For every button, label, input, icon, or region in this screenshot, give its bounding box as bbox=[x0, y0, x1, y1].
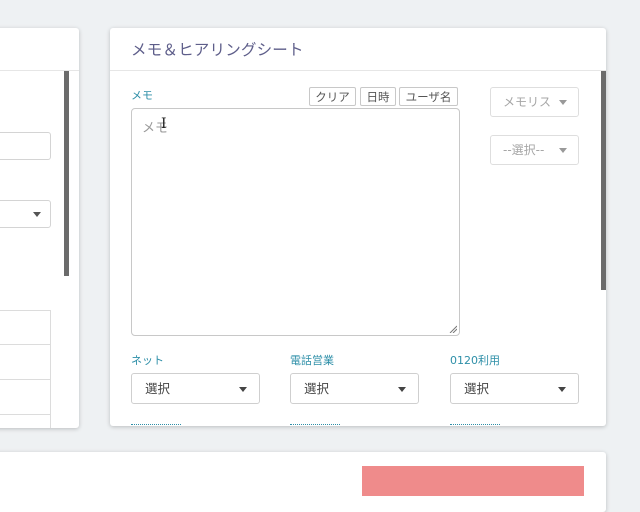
bottom-panel bbox=[0, 452, 606, 512]
net-label: ネット bbox=[131, 354, 164, 367]
left-panel: ) bbox=[0, 28, 79, 428]
table-row bbox=[0, 310, 51, 345]
memo-list-select-value: メモリス bbox=[503, 95, 552, 109]
left-text-input[interactable] bbox=[0, 132, 51, 160]
memo-textarea[interactable]: メモ I bbox=[131, 108, 460, 336]
chevron-down-icon bbox=[33, 212, 41, 217]
memo-label: メモ bbox=[131, 89, 153, 102]
net-select[interactable]: 選択 bbox=[131, 373, 260, 404]
panel-title: メモ＆ヒアリングシート bbox=[131, 41, 304, 59]
phone-sales-select-value: 選択 bbox=[304, 381, 330, 396]
cut-off-label bbox=[450, 421, 500, 426]
table-row bbox=[0, 345, 51, 380]
chevron-down-icon bbox=[559, 100, 567, 105]
cut-off-label bbox=[131, 421, 181, 426]
phone-sales-select[interactable]: 選択 bbox=[290, 373, 419, 404]
phone-sales-label: 電話営業 bbox=[290, 354, 334, 367]
chevron-down-icon bbox=[239, 387, 247, 392]
net-select-value: 選択 bbox=[145, 381, 171, 396]
chevron-down-icon bbox=[559, 148, 567, 153]
panel-scrollbar[interactable] bbox=[601, 71, 606, 290]
clear-button[interactable]: クリア bbox=[309, 87, 356, 106]
choice-select[interactable]: --選択-- bbox=[490, 135, 579, 165]
panel-header-divider bbox=[110, 70, 606, 71]
username-button[interactable]: ユーザ名 bbox=[399, 87, 458, 106]
datetime-button[interactable]: 日時 bbox=[360, 87, 396, 106]
chevron-down-icon bbox=[558, 387, 566, 392]
text-cursor-icon: I bbox=[161, 116, 167, 132]
chevron-down-icon bbox=[398, 387, 406, 392]
toll-free-select-value: 選択 bbox=[464, 381, 490, 396]
alert-bar[interactable] bbox=[362, 466, 584, 496]
table-row bbox=[0, 415, 51, 428]
memo-hearing-panel: メモ＆ヒアリングシート メモ クリア 日時 ユーザ名 メモ I メモリス --選… bbox=[110, 28, 606, 426]
left-panel-scrollbar[interactable] bbox=[64, 71, 69, 276]
toll-free-label: 0120利用 bbox=[450, 354, 500, 367]
memo-list-select[interactable]: メモリス bbox=[490, 87, 579, 117]
left-select[interactable] bbox=[0, 200, 51, 228]
resize-grip-icon[interactable] bbox=[449, 325, 457, 333]
choice-select-value: --選択-- bbox=[503, 143, 545, 157]
toll-free-select[interactable]: 選択 bbox=[450, 373, 579, 404]
table-row bbox=[0, 380, 51, 415]
cut-off-label bbox=[290, 421, 340, 426]
left-table bbox=[0, 310, 51, 428]
